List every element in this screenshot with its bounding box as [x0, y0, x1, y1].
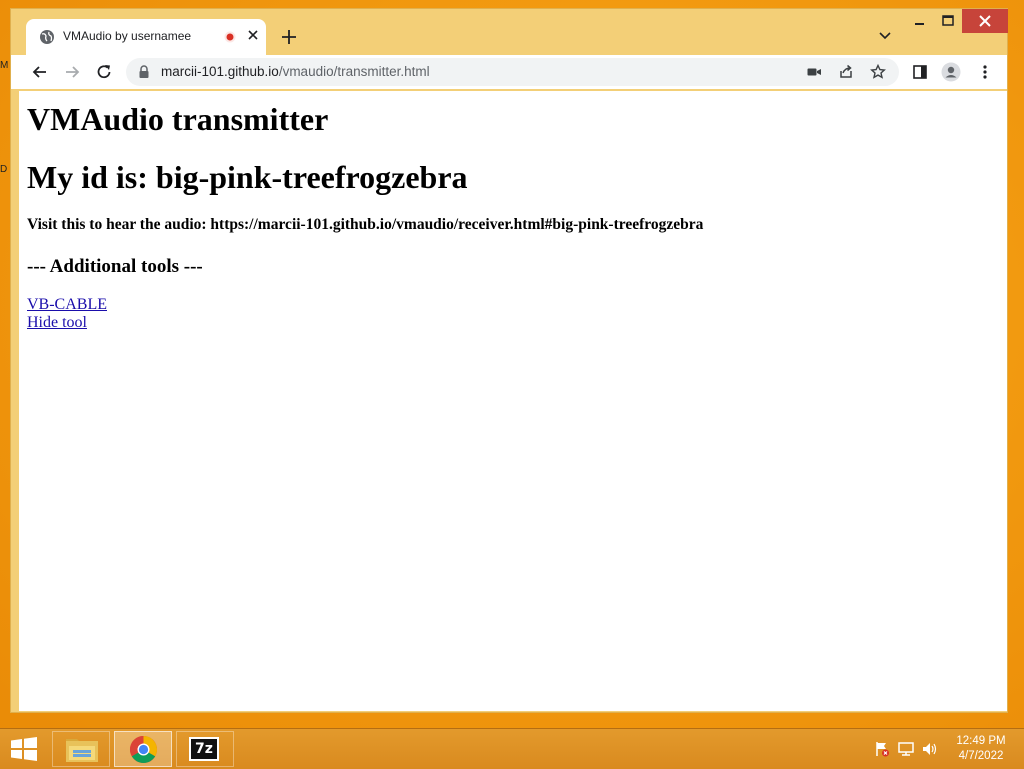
bookmark-star-icon[interactable] [870, 64, 886, 80]
id-heading: My id is: big-pink-treefrogzebra [27, 159, 468, 195]
globe-icon [40, 30, 54, 44]
action-center-flag-icon[interactable] [874, 741, 890, 757]
tab-title: VMAudio by usernamee [63, 29, 192, 43]
receiver-url-text: Visit this to hear the audio: https://ma… [27, 216, 704, 233]
url-path: /vmaudio/transmitter.html [278, 64, 430, 79]
profile-avatar-icon[interactable] [941, 62, 961, 82]
taskbar: 7z 12:49 PM 4/7/2022 [0, 728, 1024, 769]
desktop-icon-label-fragment: D [0, 164, 8, 175]
tab-strip: VMAudio by usernamee [11, 9, 1007, 55]
taskbar-7zip[interactable]: 7z [176, 731, 234, 767]
taskbar-file-explorer[interactable] [52, 731, 110, 767]
address-bar[interactable]: marcii-101.github.io/vmaudio/transmitter… [126, 58, 899, 86]
hide-tool-link[interactable]: Hide tool [27, 314, 87, 332]
minimize-button[interactable] [906, 9, 934, 33]
share-icon[interactable] [838, 64, 854, 80]
page-content: VMAudio transmitter My id is: big-pink-t… [19, 91, 1007, 711]
lock-icon[interactable] [138, 65, 150, 79]
close-tab-icon[interactable] [245, 27, 261, 43]
additional-tools-heading: --- Additional tools --- [27, 256, 203, 277]
url-host: marcii-101.github.io [161, 64, 279, 79]
more-menu-icon[interactable] [975, 62, 995, 82]
close-window-button[interactable] [962, 9, 1008, 33]
page-title: VMAudio transmitter [27, 101, 329, 137]
clock-time: 12:49 PM [956, 735, 1006, 747]
clock-date: 4/7/2022 [958, 750, 1004, 762]
url-text[interactable]: marcii-101.github.io/vmaudio/transmitter… [161, 64, 430, 79]
camera-in-use-icon[interactable] [806, 64, 822, 80]
browser-toolbar: marcii-101.github.io/vmaudio/transmitter… [11, 55, 1007, 89]
system-clock[interactable]: 12:49 PM 4/7/2022 [950, 734, 1012, 764]
desktop-icon-label-fragment: M [0, 60, 9, 71]
tab-search-chevron-icon[interactable] [877, 29, 893, 43]
back-arrow-icon[interactable] [30, 62, 50, 82]
recording-indicator-icon [224, 31, 236, 43]
browser-tab[interactable]: VMAudio by usernamee [26, 19, 266, 55]
chrome-window: VMAudio by usernamee marcii-101.github.i… [10, 8, 1008, 713]
network-icon[interactable] [898, 741, 914, 757]
side-panel-icon[interactable] [910, 62, 930, 82]
folder-icon [66, 739, 98, 762]
windows-start-icon[interactable] [10, 737, 38, 761]
vb-cable-link[interactable]: VB-CABLE [27, 296, 107, 314]
forward-arrow-icon[interactable] [62, 62, 82, 82]
chrome-icon [129, 735, 158, 764]
reload-icon[interactable] [94, 62, 114, 82]
taskbar-chrome[interactable] [114, 731, 172, 767]
maximize-button[interactable] [934, 9, 962, 33]
seven-zip-icon: 7z [189, 737, 219, 761]
new-tab-button[interactable] [279, 27, 299, 47]
volume-icon[interactable] [922, 741, 938, 757]
